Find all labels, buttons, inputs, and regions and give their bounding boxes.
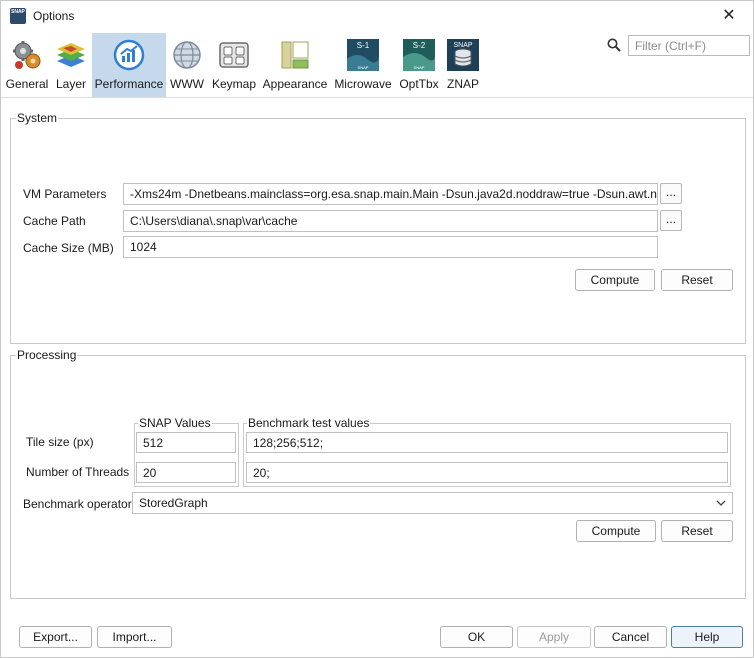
svg-text:SNAP: SNAP [453, 42, 472, 49]
search-icon [607, 38, 621, 52]
import-button[interactable]: Import... [97, 626, 172, 648]
tile-size-benchmark-field[interactable]: 128;256;512; [246, 432, 728, 453]
category-label: Performance [94, 77, 164, 91]
znap-database-icon: SNAP [447, 39, 479, 71]
category-microwave[interactable]: S-1 SNAP Microwave [331, 33, 395, 97]
cancel-button[interactable]: Cancel [594, 626, 667, 648]
chevron-down-icon [716, 500, 726, 506]
tile-size-field[interactable]: 512 [136, 432, 236, 453]
tile-size-label: Tile size (px) [26, 435, 94, 449]
apply-button[interactable]: Apply [517, 626, 591, 648]
category-label: Layer [55, 77, 87, 91]
category-label: Keymap [211, 77, 257, 91]
cache-size-label: Cache Size (MB) [23, 241, 114, 255]
snap-app-icon: SNAP [10, 8, 26, 24]
svg-text:SNAP: SNAP [358, 65, 369, 70]
cache-size-field[interactable]: 1024 [123, 236, 658, 258]
category-label: OptTbx [399, 77, 439, 91]
category-label: WWW [170, 77, 204, 91]
help-button[interactable]: Help [671, 626, 743, 648]
sentinel-2-icon: S-2 SNAP [403, 39, 435, 71]
vm-parameters-field[interactable]: -Xms24m -Dnetbeans.mainclass=org.esa.sna… [123, 183, 658, 205]
threads-benchmark-field[interactable]: 20; [246, 462, 728, 483]
cache-path-label: Cache Path [23, 214, 86, 228]
processing-reset-button[interactable]: Reset [661, 520, 733, 542]
category-label: ZNAP [446, 77, 479, 91]
appearance-layout-icon [281, 41, 309, 69]
close-icon[interactable]: ✕ [707, 1, 751, 31]
toolbar-divider [1, 97, 753, 98]
svg-text:S-2: S-2 [413, 41, 426, 50]
category-appearance[interactable]: Appearance [261, 33, 329, 97]
system-compute-button[interactable]: Compute [575, 269, 655, 291]
vm-parameters-label: VM Parameters [23, 187, 107, 201]
layers-icon [57, 43, 85, 67]
cache-path-browse-button[interactable]: ... [660, 210, 682, 231]
processing-panel-title: Processing [16, 348, 78, 362]
benchmark-values-title: Benchmark test values [247, 416, 371, 430]
vm-parameters-browse-button[interactable]: ... [660, 183, 682, 204]
category-general[interactable]: General [5, 33, 49, 97]
category-www[interactable]: WWW [168, 33, 206, 97]
system-reset-button[interactable]: Reset [661, 269, 733, 291]
category-performance[interactable]: Performance [92, 33, 166, 97]
svg-text:S-1: S-1 [357, 41, 370, 50]
category-label: General [5, 77, 49, 91]
system-panel-title: System [16, 111, 59, 125]
title-bar: SNAP Options ✕ [1, 1, 753, 32]
globe-icon [173, 41, 201, 69]
category-keymap[interactable]: Keymap [209, 33, 259, 97]
category-layer[interactable]: Layer [51, 33, 91, 97]
category-opttbx[interactable]: S-2 SNAP OptTbx [397, 33, 441, 97]
gears-icon [13, 41, 41, 69]
processing-compute-button[interactable]: Compute [576, 520, 656, 542]
filter-input[interactable] [628, 35, 750, 56]
window-title: Options [33, 9, 75, 23]
options-dialog: SNAP Options ✕ General Layer Performance… [0, 0, 754, 658]
ok-button[interactable]: OK [440, 626, 513, 648]
category-znap[interactable]: SNAP ZNAP [444, 33, 482, 97]
sentinel-1-icon: S-1 SNAP [347, 39, 379, 71]
svg-text:SNAP: SNAP [414, 65, 425, 70]
export-button[interactable]: Export... [19, 626, 92, 648]
cache-path-field[interactable]: C:\Users\diana\.snap\var\cache [123, 210, 658, 232]
snap-values-title: SNAP Values [138, 416, 212, 430]
benchmark-operator-select[interactable]: StoredGraph [132, 492, 733, 514]
benchmark-operator-label: Benchmark operator [23, 497, 132, 511]
benchmark-operator-value: StoredGraph [139, 496, 208, 510]
keyboard-icon [219, 42, 249, 68]
threads-field[interactable]: 20 [136, 462, 236, 483]
performance-gauge-icon [113, 39, 145, 71]
threads-label: Number of Threads [26, 465, 130, 479]
category-label: Appearance [262, 77, 328, 91]
category-label: Microwave [334, 77, 392, 91]
